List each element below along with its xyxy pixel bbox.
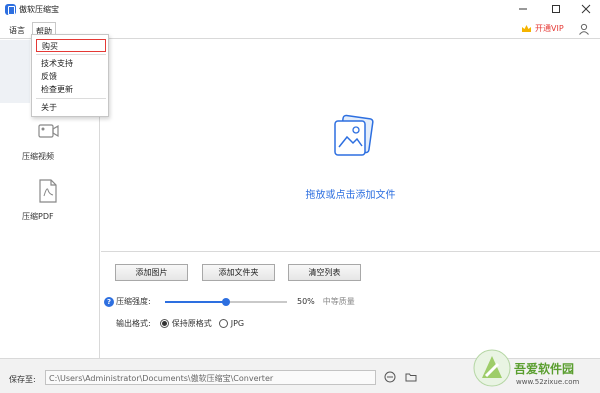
sidebar-item-label: 压缩视频 [22,152,54,161]
drop-hint-text: 拖放或点击添加文件 [305,190,396,201]
output-format-row: 输出格式: 保持原格式 JPG [116,318,244,329]
close-icon [581,4,591,14]
radio-button[interactable] [218,319,228,328]
vip-button[interactable]: 开通VIP [521,23,564,34]
compression-strength-row: ? 压缩强度: [104,296,151,307]
menu-item-support[interactable]: 技术支持 [32,57,110,70]
sidebar-item-video[interactable]: 压缩视频 [22,118,82,162]
close-button[interactable] [576,2,596,16]
save-path-field[interactable]: C:\Users\Administrator\Documents\傲软压缩宝\C… [45,370,376,385]
minimize-icon [519,8,527,10]
user-icon[interactable] [578,23,590,35]
pdf-icon [39,179,57,203]
sidebar-item-pdf[interactable]: 压缩PDF [22,178,82,222]
format-option-original[interactable]: 保持原格式 [159,318,212,329]
add-image-button[interactable]: 添加图片 [115,264,188,281]
options-panel: 添加图片 添加文件夹 清空列表 ? 压缩强度: 50% 中等质量 输出格式: 保… [101,253,600,358]
menu-item-check-update[interactable]: 检查更新 [32,83,110,96]
help-icon[interactable]: ? [104,296,114,307]
video-icon [38,124,59,138]
help-dropdown-menu: 购买 技术支持 反馈 检查更新 关于 [31,34,109,117]
crown-icon [521,24,532,33]
menu-item-feedback[interactable]: 反馈 [32,70,110,83]
image-drop-icon [334,114,374,156]
strength-label: 压缩强度: [116,297,151,306]
file-drop-area[interactable]: 拖放或点击添加文件 [101,40,600,264]
menu-divider [36,98,106,99]
folder-open-icon[interactable] [405,371,417,383]
slider-thumb[interactable] [222,298,230,306]
quality-label: 中等质量 [322,297,355,306]
minimize-button[interactable] [513,2,533,16]
sidebar-selected-item[interactable] [0,40,30,103]
add-folder-button[interactable]: 添加文件夹 [202,264,275,281]
strength-value: 50% [297,297,315,306]
clear-list-button[interactable]: 清空列表 [288,264,361,281]
menu-language[interactable]: 语言 [6,22,28,38]
more-options-icon[interactable] [384,371,396,383]
slider-fill [165,301,226,303]
format-option-jpg[interactable]: JPG [218,319,245,328]
radio-button[interactable] [159,319,169,328]
menu-item-purchase[interactable]: 购买 [36,39,106,52]
vip-label: 开通VIP [535,24,564,33]
sidebar-item-label: 压缩PDF [22,212,54,221]
app-logo-icon [5,4,16,15]
format-option-label: 保持原格式 [171,319,212,328]
maximize-icon [552,5,560,13]
maximize-button[interactable] [546,2,566,16]
title-bar: 傲软压缩宝 [0,0,600,19]
menu-divider [36,54,106,55]
menu-item-about[interactable]: 关于 [32,101,110,114]
strength-slider[interactable] [165,298,287,306]
format-option-label: JPG [230,319,245,328]
format-label: 输出格式: [116,319,151,328]
window-title: 傲软压缩宝 [19,5,59,14]
save-location-bar: 保存至: C:\Users\Administrator\Documents\傲软… [0,358,600,393]
save-label: 保存至: [9,375,36,384]
strength-value-row: 50% 中等质量 [297,296,355,307]
